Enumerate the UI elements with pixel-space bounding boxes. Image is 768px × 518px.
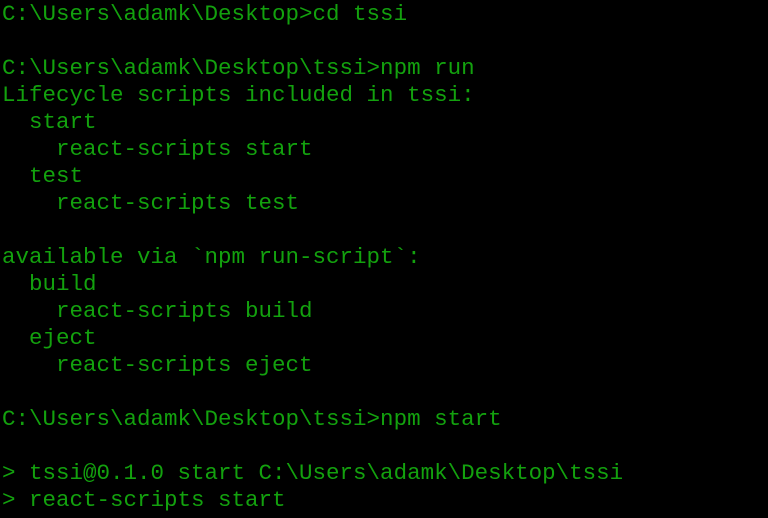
terminal-line-script-eject: eject bbox=[2, 325, 97, 351]
terminal-line-script-build: build bbox=[2, 271, 97, 297]
terminal-line-script-build-cmd: react-scripts build bbox=[2, 298, 313, 324]
terminal-line-cd-command: C:\Users\adamk\Desktop>cd tssi bbox=[2, 1, 408, 27]
terminal-line-script-start-cmd: react-scripts start bbox=[2, 136, 313, 162]
terminal-line-script-test-cmd: react-scripts test bbox=[2, 190, 300, 216]
terminal-line-script-eject-cmd: react-scripts eject bbox=[2, 352, 313, 378]
terminal-line-start-info: > tssi@0.1.0 start C:\Users\adamk\Deskto… bbox=[2, 460, 624, 486]
terminal-line-script-test: test bbox=[2, 163, 84, 189]
terminal-line-react-scripts-start: > react-scripts start bbox=[2, 487, 286, 513]
terminal-output: C:\Users\adamk\Desktop>cd tssi C:\Users\… bbox=[2, 1, 768, 514]
terminal-line-lifecycle-header: Lifecycle scripts included in tssi: bbox=[2, 82, 475, 108]
terminal-line-npm-run-command: C:\Users\adamk\Desktop\tssi>npm run bbox=[2, 55, 475, 81]
terminal-window[interactable]: C:\Users\adamk\Desktop>cd tssi C:\Users\… bbox=[0, 0, 768, 518]
terminal-line-script-start: start bbox=[2, 109, 97, 135]
terminal-line-npm-start-command: C:\Users\adamk\Desktop\tssi>npm start bbox=[2, 406, 502, 432]
terminal-line-available-header: available via `npm run-script`: bbox=[2, 244, 421, 270]
